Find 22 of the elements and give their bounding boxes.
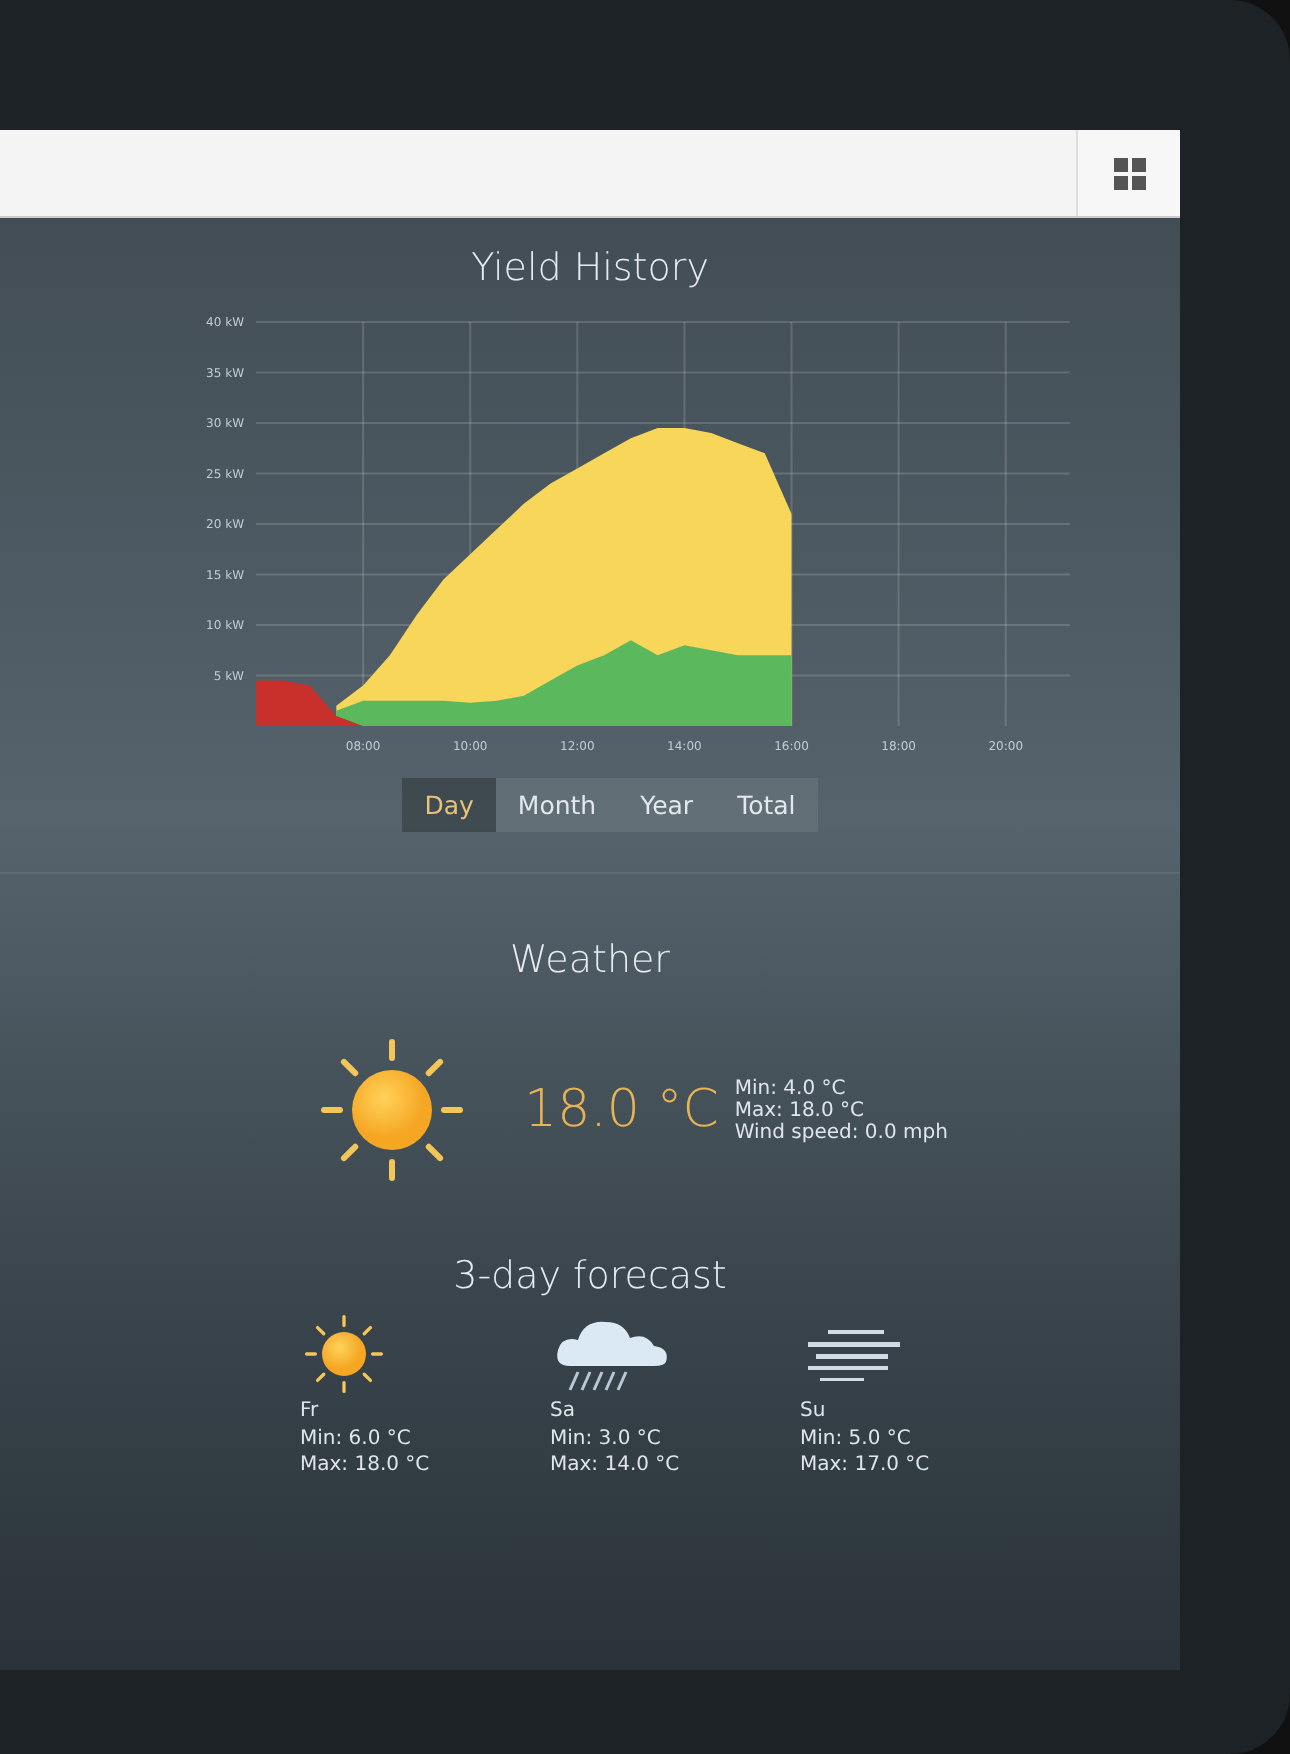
weather-detail: Wind speed: 0.0 mph — [734, 1121, 948, 1143]
min-temperature: Min: 5.0 °C — [800, 1425, 913, 1452]
section-title: Yield History — [471, 246, 709, 290]
weather-detail: Min: 4.0 °C — [734, 1077, 848, 1099]
section-title: 3-day forecast — [453, 1254, 727, 1298]
day-name: Sa — [550, 1398, 577, 1425]
max-temperature: Max: 17.0 °C — [800, 1452, 932, 1479]
period-tab[interactable]: Year — [618, 778, 716, 832]
period-tab[interactable]: Day — [402, 778, 496, 832]
section-title: Weather — [510, 938, 670, 982]
temperature: 18.0 °C — [524, 1080, 719, 1140]
period-tab[interactable]: Month — [495, 778, 619, 832]
day-name: Su — [800, 1398, 828, 1425]
max-temperature: Max: 14.0 °C — [550, 1452, 682, 1479]
min-temperature: Min: 3.0 °C — [550, 1425, 663, 1452]
min-temperature: Min: 6.0 °C — [300, 1425, 413, 1452]
day-name: Fr — [300, 1398, 321, 1425]
sun-icon — [300, 1310, 388, 1398]
period-tab[interactable]: Total — [715, 778, 818, 832]
max-temperature: Max: 18.0 °C — [300, 1452, 432, 1479]
grid-icon — [1111, 155, 1147, 191]
weather-detail: Max: 18.0 °C — [734, 1099, 867, 1121]
